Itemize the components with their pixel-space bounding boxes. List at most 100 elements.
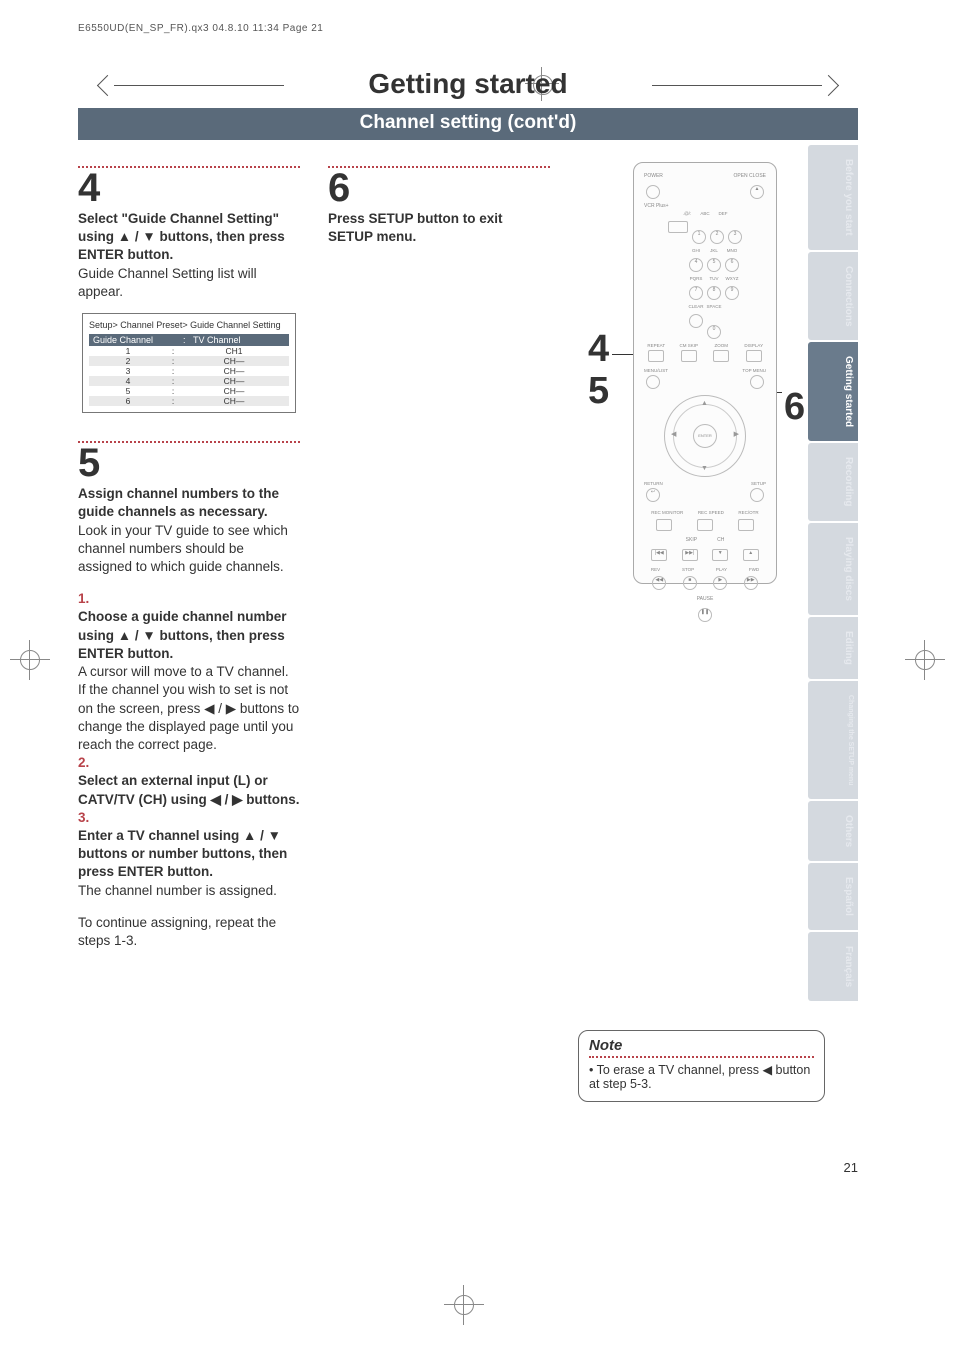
step-4-text: Guide Channel Setting list will appear. bbox=[78, 266, 257, 299]
osd-screenshot: Setup> Channel Preset> Guide Channel Set… bbox=[82, 313, 296, 413]
column-middle: 6 Press SETUP button to exit SETUP menu. bbox=[328, 160, 550, 950]
osd-head-left: Guide Channel bbox=[93, 335, 183, 345]
pause-button-icon: ❚❚ bbox=[698, 608, 712, 622]
section-title: Getting started bbox=[368, 68, 567, 99]
side-tab: Changing the SETUP menu bbox=[808, 681, 858, 800]
transport-label: REV bbox=[651, 567, 660, 572]
play-button-icon: ▶ bbox=[713, 576, 727, 590]
dpad-right-icon: ▶ bbox=[734, 430, 739, 438]
osd-row: 2:CH— bbox=[89, 356, 289, 366]
return-label: RETURN bbox=[644, 481, 663, 486]
remote-power-label: POWER bbox=[644, 173, 663, 179]
osd-row: 6:CH— bbox=[89, 396, 289, 406]
substep-1-text: A cursor will move to a TV channel. bbox=[78, 664, 289, 679]
crop-mark-left bbox=[10, 640, 50, 680]
page-number: 21 bbox=[844, 1160, 858, 1175]
step-4-number: 4 bbox=[78, 168, 300, 208]
osd-head-sep: : bbox=[183, 335, 193, 345]
eject-button-icon: ▲ bbox=[750, 185, 764, 199]
callout-6: 6 bbox=[784, 386, 805, 429]
keypad-grid: .@/:ABCDEF123GHIJKLMNO456PQRSTUVWXYZ789C… bbox=[634, 211, 776, 341]
ch-down-button: ▼ bbox=[712, 549, 728, 561]
step-6-instruction: Press SETUP button to exit SETUP menu. bbox=[328, 211, 503, 244]
section-header-bar: Getting started bbox=[78, 68, 858, 100]
vcrplus-label: VCR Plus+ bbox=[644, 203, 669, 209]
side-tab: Playing discs bbox=[808, 523, 858, 615]
rev-button-icon: ◀◀ bbox=[652, 576, 666, 590]
rec-label: REC SPEED bbox=[698, 510, 724, 515]
step-4-instruction: Select "Guide Channel Setting" using ▲ /… bbox=[78, 211, 285, 262]
remote-mid-item: ZOOM bbox=[711, 343, 731, 366]
side-tab: Editing bbox=[808, 617, 858, 679]
column-left: 4 Select "Guide Channel Setting" using ▲… bbox=[78, 160, 300, 950]
crop-mark-right bbox=[905, 640, 945, 680]
substep-1-text2: If the channel you wish to set is not on… bbox=[78, 682, 299, 752]
osd-row: 4:CH— bbox=[89, 376, 289, 386]
fwd-button-icon: ▶▶ bbox=[744, 576, 758, 590]
rec-label: REC MONITOR bbox=[651, 510, 683, 515]
side-tab: Français bbox=[808, 932, 858, 1001]
callout-4: 4 bbox=[588, 328, 609, 371]
dpad-ring: ENTER ▲ ▼ ◀ ▶ bbox=[664, 395, 746, 477]
side-tabs: Before you startConnectionsGetting start… bbox=[808, 145, 858, 1003]
repeat-note: To continue assigning, repeat the steps … bbox=[78, 915, 276, 948]
skip-prev-button: |◀◀ bbox=[651, 549, 667, 561]
return-button-icon: ↩ bbox=[646, 488, 660, 502]
remote-control-illustration: POWER OPEN CLOSE ▲ VCR Plus+ .@/:ABCDEF1… bbox=[633, 162, 777, 584]
note-title: Note bbox=[589, 1037, 814, 1054]
rec-speed-button bbox=[697, 519, 713, 531]
step-5-intro-bold: Assign channel numbers to the guide chan… bbox=[78, 486, 279, 519]
step-5-intro: Look in your TV guide to see which chann… bbox=[78, 523, 288, 574]
remote-open-close-label: OPEN CLOSE bbox=[733, 173, 766, 179]
step-6-number: 6 bbox=[328, 168, 550, 208]
substep-1-bold: Choose a guide channel number using ▲ / … bbox=[78, 609, 287, 660]
transport-label: STOP bbox=[682, 567, 694, 572]
menulist-label: MENU/LIST bbox=[644, 368, 668, 373]
osd-breadcrumb: Setup> Channel Preset> Guide Channel Set… bbox=[89, 320, 289, 330]
page-content: E6550UD(EN_SP_FR).qx3 04.8.10 11:34 Page… bbox=[78, 23, 858, 950]
remote-mid-item: CM SKIP bbox=[679, 343, 699, 366]
dpad-up-icon: ▲ bbox=[701, 400, 708, 407]
rec-otr-button bbox=[738, 519, 754, 531]
step-5-number: 5 bbox=[78, 443, 300, 483]
menulist-button-icon bbox=[646, 375, 660, 389]
dpad-left-icon: ◀ bbox=[671, 430, 676, 438]
setup-button-icon bbox=[750, 488, 764, 502]
running-header: E6550UD(EN_SP_FR).qx3 04.8.10 11:34 Page… bbox=[78, 23, 858, 34]
substep-2-bold: Select an external input (L) or CATV/TV … bbox=[78, 773, 300, 806]
side-tab: Others bbox=[808, 801, 858, 861]
osd-row: 5:CH— bbox=[89, 386, 289, 396]
enter-button: ENTER bbox=[693, 424, 717, 448]
transport-label: FWD bbox=[749, 567, 759, 572]
side-tab: Before you start bbox=[808, 145, 858, 250]
power-button-icon bbox=[646, 185, 660, 199]
substep-3-text: The channel number is assigned. bbox=[78, 883, 277, 898]
remote-mid-item: DISPLAY bbox=[744, 343, 764, 366]
osd-head-right: TV Channel bbox=[193, 335, 241, 345]
dpad-down-icon: ▼ bbox=[701, 465, 708, 472]
side-tab: Getting started bbox=[808, 342, 858, 441]
callout-5: 5 bbox=[588, 370, 609, 413]
skip-label: SKIP bbox=[686, 537, 697, 543]
topmenu-button-icon bbox=[750, 375, 764, 389]
substep-1-num: 1. bbox=[78, 591, 89, 606]
note-box: Note • To erase a TV channel, press ◀ bu… bbox=[578, 1030, 825, 1102]
substep-2-num: 2. bbox=[78, 755, 89, 770]
transport-label: PLAY bbox=[716, 567, 727, 572]
side-tab: Recording bbox=[808, 443, 858, 520]
substep-3-num: 3. bbox=[78, 810, 89, 825]
osd-row: 3:CH— bbox=[89, 366, 289, 376]
ch-label: CH bbox=[717, 537, 724, 543]
skip-next-button: ▶▶| bbox=[682, 549, 698, 561]
remote-mid-item: REPEAT bbox=[646, 343, 666, 366]
osd-row: 1:CH1 bbox=[89, 346, 289, 356]
ch-up-button: ▲ bbox=[743, 549, 759, 561]
osd-table-header: Guide Channel : TV Channel bbox=[89, 334, 289, 346]
subsection-band: Channel setting (cont'd) bbox=[78, 108, 858, 140]
substep-3-bold: Enter a TV channel using ▲ / ▼ buttons o… bbox=[78, 828, 287, 879]
note-body: • To erase a TV channel, press ◀ button … bbox=[589, 1062, 814, 1091]
crop-mark-bottom bbox=[444, 1285, 484, 1325]
rec-label: REC/OTR bbox=[738, 510, 758, 515]
pause-label: PAUSE bbox=[697, 596, 714, 602]
side-tab: Connections bbox=[808, 252, 858, 341]
